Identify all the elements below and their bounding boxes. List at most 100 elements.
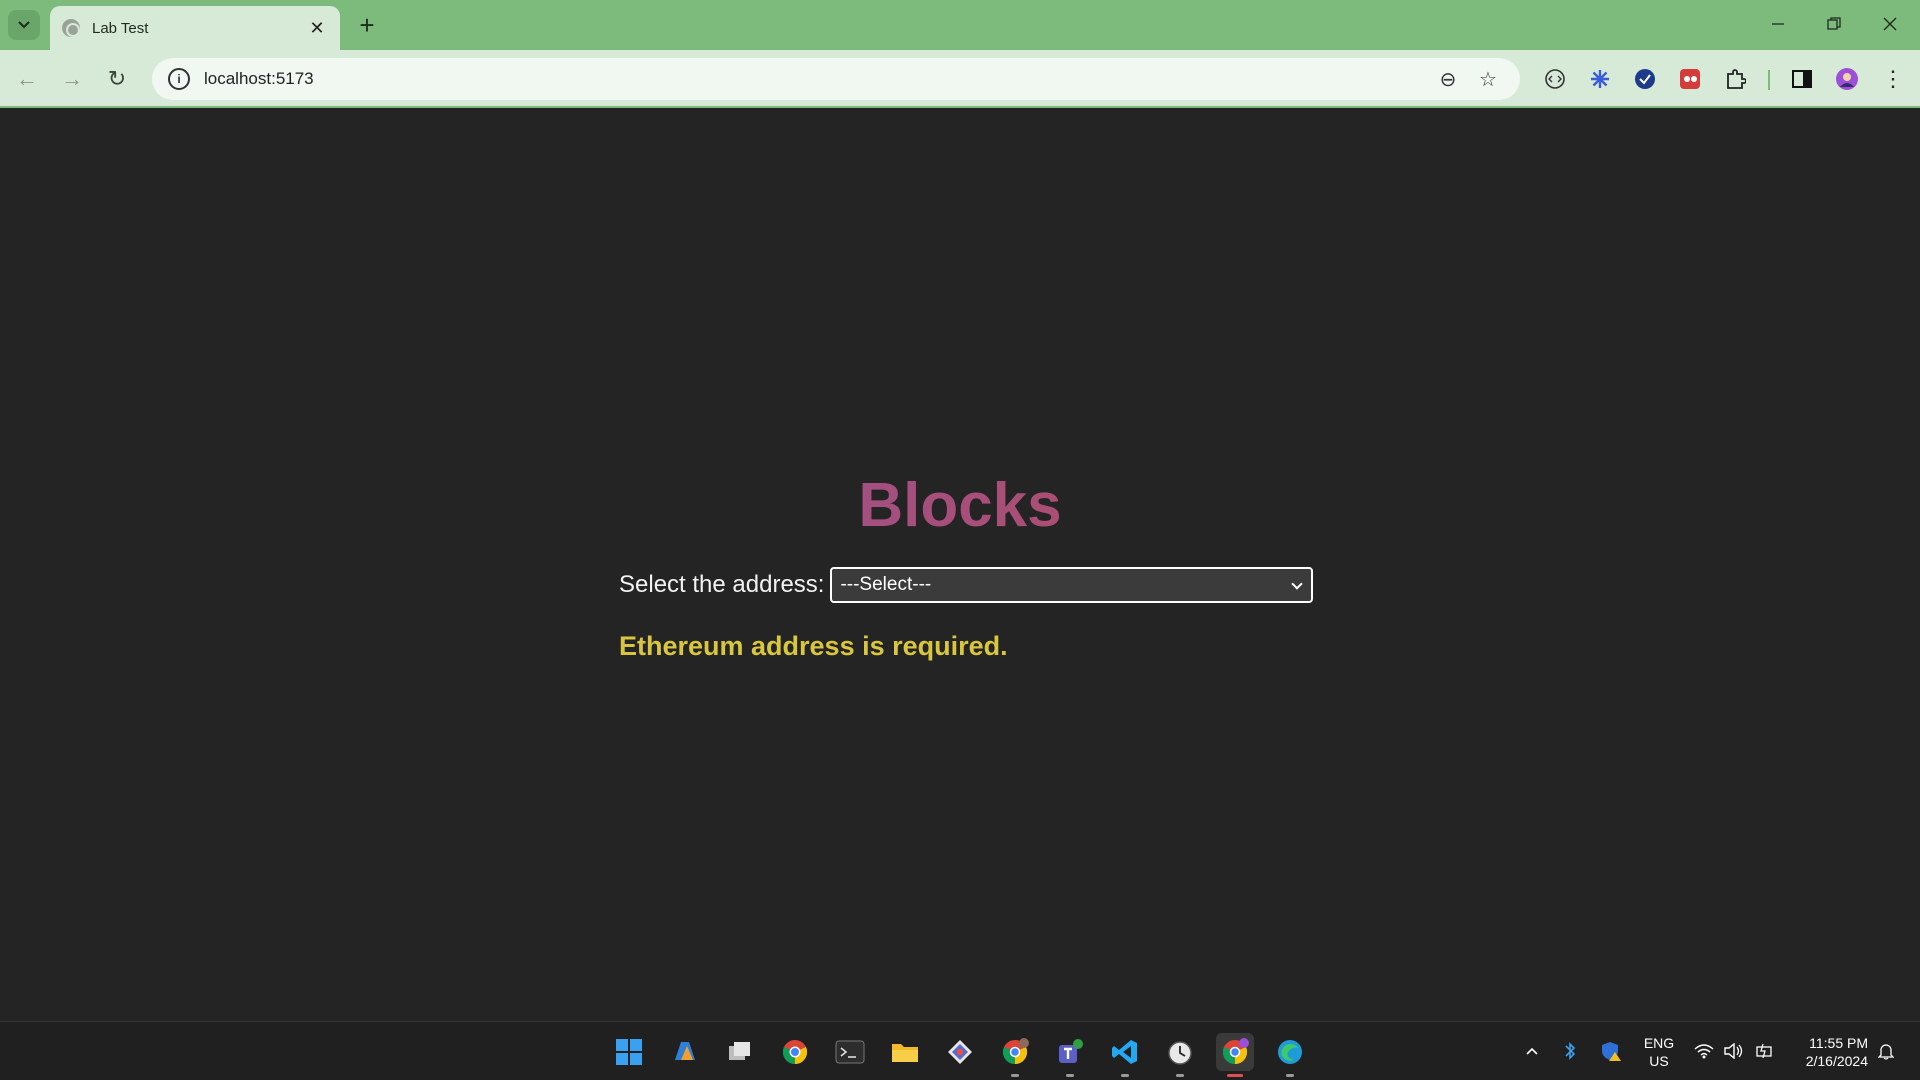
address-form-row: Select the address: ---Select--- <box>619 567 1314 603</box>
notifications-button[interactable] <box>1874 1032 1898 1070</box>
taskbar-terminal[interactable] <box>831 1033 869 1071</box>
wifi-tray[interactable] <box>1692 1032 1716 1070</box>
close-icon <box>1883 17 1897 31</box>
running-indicator <box>1066 1074 1074 1077</box>
side-panel-icon <box>1792 70 1812 88</box>
git-diamond-icon <box>948 1040 972 1064</box>
taskbar-git-tool[interactable] <box>941 1033 979 1071</box>
avatar-icon <box>1836 68 1858 90</box>
extensions-puzzle-button[interactable] <box>1720 64 1750 94</box>
taskbar-edge[interactable] <box>1271 1033 1309 1077</box>
code-circle-icon <box>1545 69 1565 89</box>
copilot-icon <box>675 1042 695 1060</box>
minimize-button[interactable] <box>1758 8 1798 40</box>
recorder-icon <box>1680 69 1700 89</box>
volume-tray[interactable] <box>1722 1032 1746 1070</box>
task-view-icon <box>729 1042 750 1060</box>
alarm-clock-icon <box>1168 1041 1192 1065</box>
security-tray[interactable] <box>1598 1032 1624 1070</box>
folder-icon <box>892 1044 918 1062</box>
url-text[interactable]: localhost:5173 <box>204 69 1424 89</box>
running-indicator <box>1121 1074 1129 1077</box>
running-indicator <box>1286 1074 1294 1077</box>
browser-toolbar: ← → ↻ i localhost:5173 ⊖ ☆ ⋮ <box>0 50 1920 108</box>
browser-menu-button[interactable]: ⋮ <box>1878 64 1908 94</box>
clock-time: 11:55 PM <box>1809 1035 1868 1051</box>
chevron-down-icon <box>1291 579 1303 591</box>
language-code: ENG <box>1643 1035 1675 1051</box>
tab-title: Lab Test <box>92 19 149 37</box>
taskbar-file-explorer[interactable] <box>886 1033 924 1071</box>
teams-icon <box>1059 1039 1083 1063</box>
address-bar[interactable]: i localhost:5173 ⊖ ☆ <box>152 58 1520 100</box>
speaker-icon <box>1724 1043 1743 1059</box>
snowflake-icon <box>1591 70 1609 88</box>
battery-plug-icon <box>1756 1043 1772 1059</box>
profile-avatar[interactable] <box>1832 64 1862 94</box>
battery-tray[interactable] <box>1752 1032 1776 1070</box>
chevron-up-icon <box>1526 1047 1538 1055</box>
clock-tray[interactable]: 11:55 PM 2/16/2024 <box>1788 1034 1868 1070</box>
extension-red-icon[interactable] <box>1675 64 1705 94</box>
page-content: Blocks Select the address: ---Select--- … <box>0 109 1920 1021</box>
back-button[interactable]: ← <box>10 62 44 96</box>
bluetooth-tray[interactable] <box>1558 1032 1582 1070</box>
minimize-icon <box>1772 23 1784 25</box>
edge-icon <box>1278 1040 1302 1064</box>
check-shield-icon <box>1635 69 1655 89</box>
taskbar-copilot[interactable] <box>666 1033 704 1071</box>
bookmark-star-icon[interactable]: ☆ <box>1472 63 1504 95</box>
taskbar-task-view[interactable] <box>721 1033 759 1071</box>
tab-close-button[interactable]: ✕ <box>306 17 328 39</box>
windows-taskbar: ENG US 11:55 PM 2/16/2024 <box>0 1021 1920 1080</box>
running-indicator <box>1176 1074 1184 1077</box>
terminal-icon <box>835 1040 865 1064</box>
tab-lab-test[interactable]: Lab Test ✕ <box>50 6 340 50</box>
taskbar-teams[interactable] <box>1051 1033 1089 1077</box>
chrome-active-icon <box>1222 1038 1249 1065</box>
bluetooth-icon <box>1565 1042 1576 1060</box>
region-code: US <box>1649 1053 1669 1069</box>
zoom-icon[interactable]: ⊖ <box>1432 63 1464 95</box>
forward-button[interactable]: → <box>55 62 89 96</box>
start-button[interactable] <box>610 1033 648 1071</box>
new-tab-button[interactable]: + <box>352 10 382 40</box>
clock-date: 2/16/2024 <box>1805 1053 1868 1069</box>
taskbar-chrome-active[interactable] <box>1216 1033 1254 1077</box>
shield-warning-icon <box>1602 1042 1621 1061</box>
page-title: Blocks <box>0 475 1920 537</box>
tab-search-button[interactable] <box>8 10 40 40</box>
extension-check-icon[interactable] <box>1630 64 1660 94</box>
extension-code-icon[interactable] <box>1540 64 1570 94</box>
bell-icon <box>1878 1044 1894 1060</box>
site-info-icon[interactable]: i <box>168 68 190 90</box>
chrome-profile-icon <box>1002 1038 1029 1065</box>
select-address-label: Select the address: <box>619 571 825 598</box>
reload-button[interactable]: ↻ <box>100 62 134 96</box>
input-language-button[interactable]: ENG US <box>1642 1034 1676 1070</box>
taskbar-chrome-profile[interactable] <box>996 1033 1034 1077</box>
side-panel-button[interactable] <box>1787 64 1817 94</box>
address-select-value: ---Select--- <box>840 574 932 595</box>
taskbar-clock-app[interactable] <box>1161 1033 1199 1077</box>
wifi-icon <box>1694 1044 1714 1059</box>
globe-icon <box>62 19 80 37</box>
chevron-down-icon <box>18 21 30 29</box>
running-indicator <box>1011 1074 1019 1077</box>
chrome-icon <box>782 1040 808 1065</box>
taskbar-chrome[interactable] <box>776 1033 814 1071</box>
windows-logo-icon <box>616 1039 642 1065</box>
active-indicator <box>1227 1074 1243 1077</box>
close-window-button[interactable] <box>1870 8 1910 40</box>
address-select[interactable]: ---Select--- <box>830 567 1314 603</box>
puzzle-icon <box>1727 69 1746 89</box>
taskbar-vscode[interactable] <box>1106 1033 1144 1077</box>
vscode-icon <box>1112 1040 1137 1064</box>
browser-tabstrip: Lab Test ✕ + <box>0 0 1920 50</box>
extension-asterisk-icon[interactable] <box>1585 64 1615 94</box>
toolbar-divider <box>1768 70 1770 90</box>
restore-button[interactable] <box>1814 8 1854 40</box>
show-hidden-icons-button[interactable] <box>1520 1032 1544 1070</box>
restore-icon <box>1827 17 1841 30</box>
error-message: Ethereum address is required. <box>619 631 1008 661</box>
